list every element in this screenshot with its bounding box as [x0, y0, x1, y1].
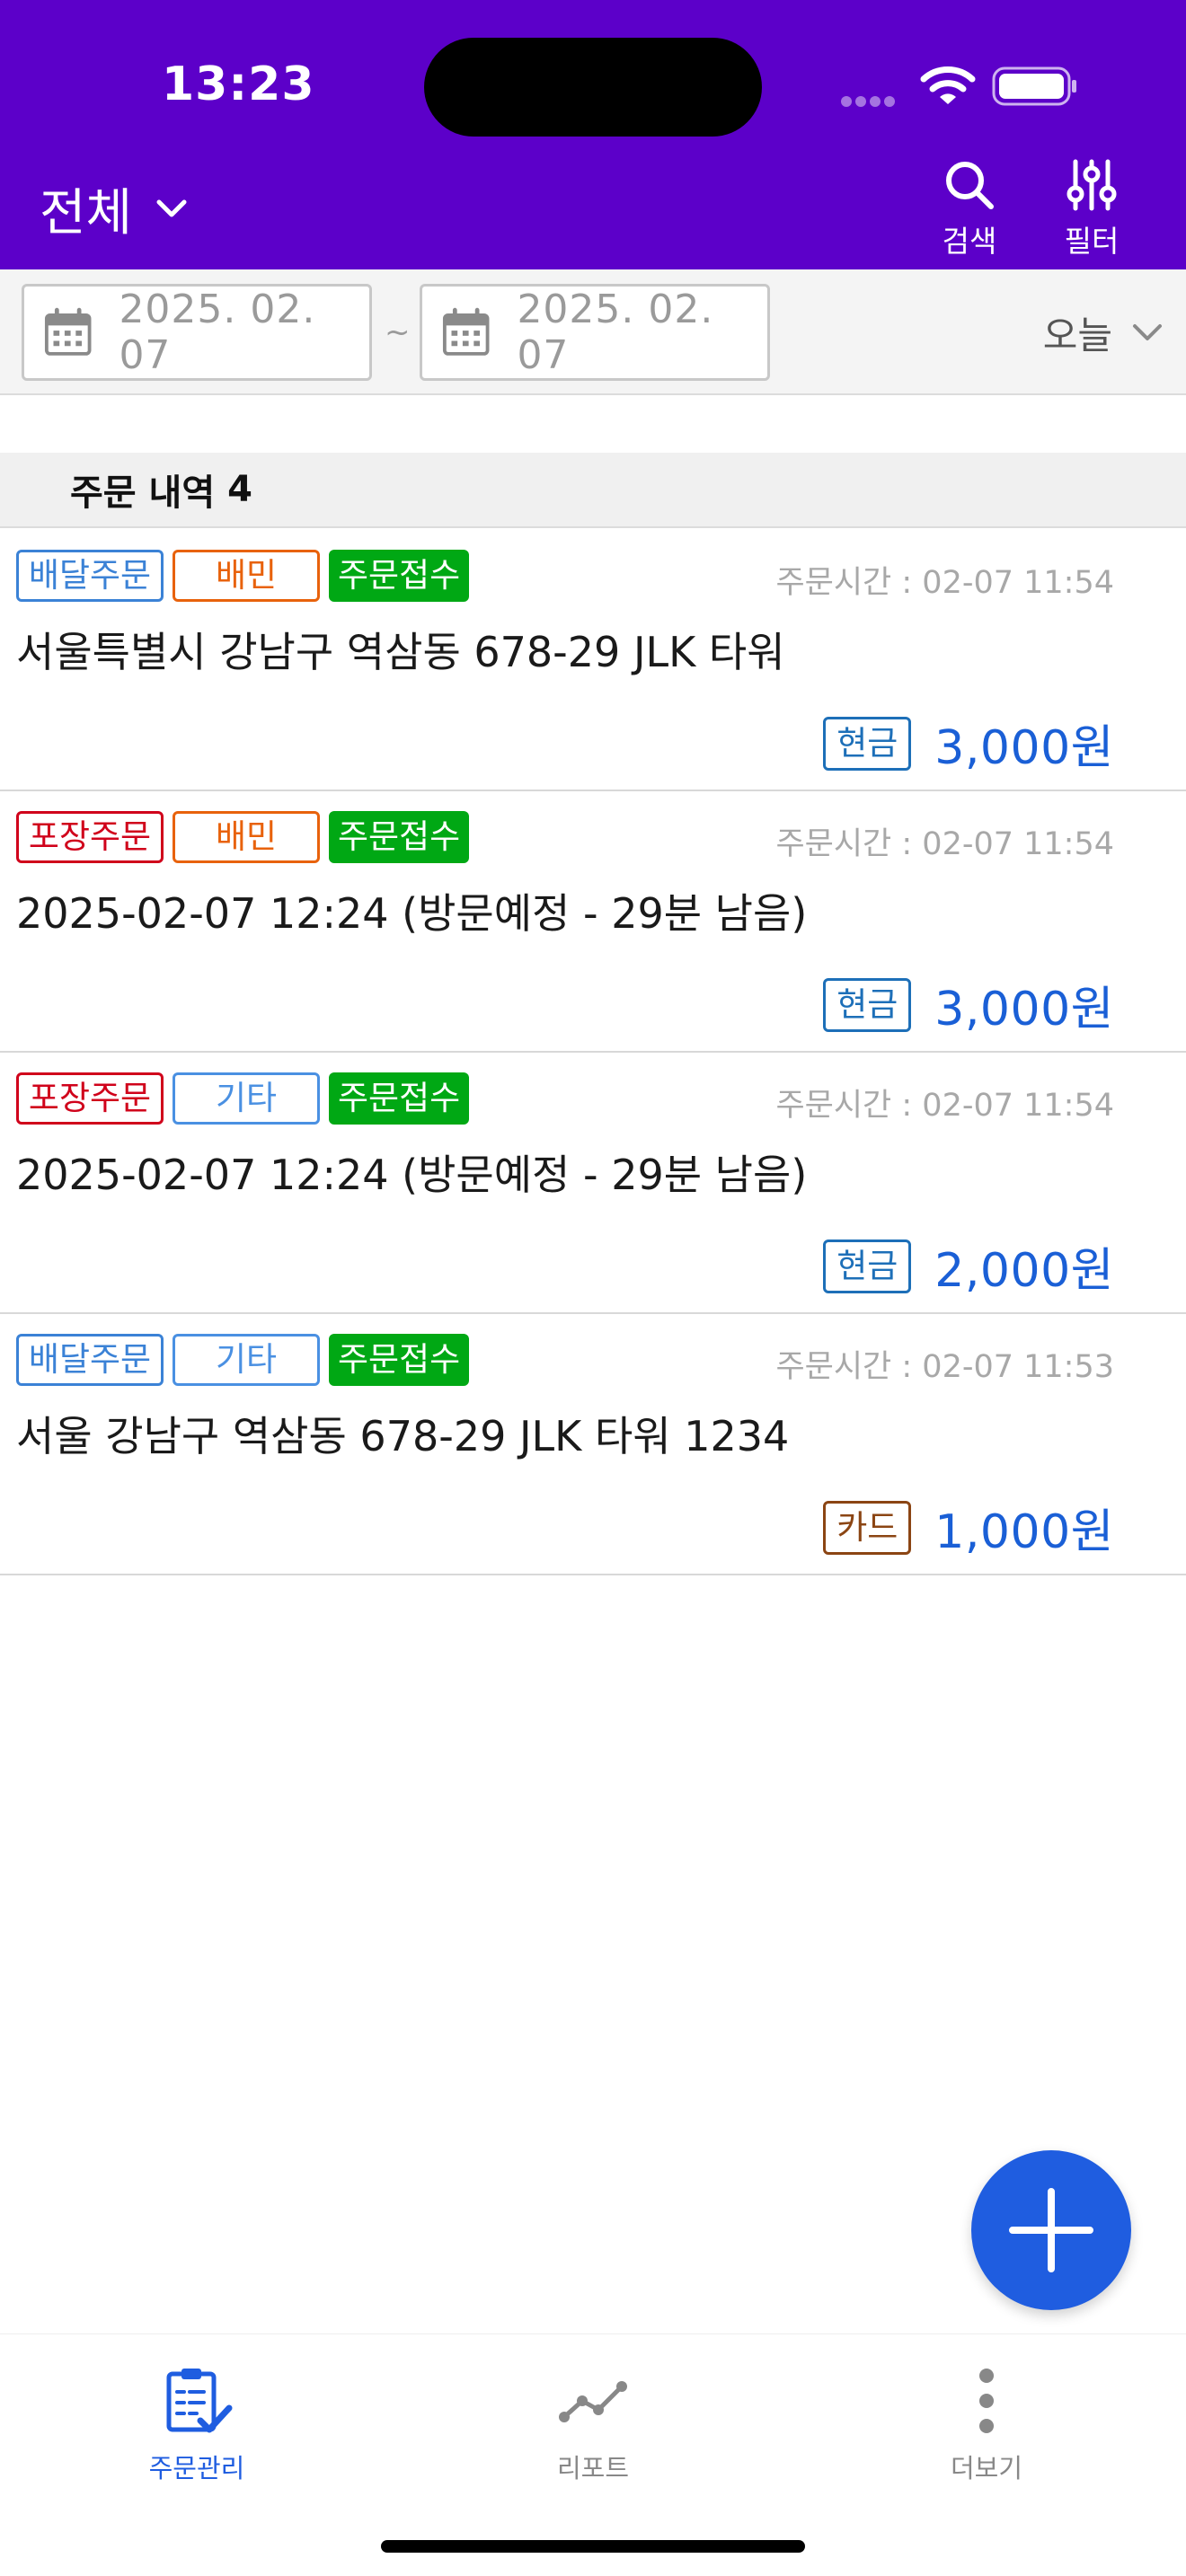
tab-order-management-label: 주문관리	[148, 2453, 245, 2483]
more-vertical-icon	[979, 2369, 994, 2433]
tab-order-management[interactable]: 주문관리	[80, 2365, 314, 2500]
order-management-screen: 13:23 전체 검색 필터 2025. 02. 07 ~ 2025. 02. …	[0, 0, 1186, 2576]
store-select-label: 전체	[40, 183, 133, 243]
filter-button[interactable]: 필터	[1042, 158, 1141, 266]
store-select-dropdown[interactable]: 전체	[40, 172, 188, 244]
order-item[interactable]: 배달주문 기타 주문접수 주문시간 : 02-07 11:53 서울 강남구 역…	[0, 1314, 1186, 1575]
chevron-down-icon	[1133, 324, 1162, 340]
order-time: 주문시간 : 02-07 11:54	[775, 1088, 1114, 1124]
tab-report[interactable]: 리포트	[476, 2365, 710, 2500]
order-item[interactable]: 포장주문 기타 주문접수 주문시간 : 02-07 11:54 2025-02-…	[0, 1053, 1186, 1314]
filter-sliders-icon	[1067, 159, 1117, 211]
start-date-field[interactable]: 2025. 02. 07	[22, 284, 372, 381]
period-select-label: 오늘	[1042, 313, 1112, 357]
order-pickup-time: 2025-02-07 12:24 (방문예정 - 29분 남음)	[16, 1151, 808, 1199]
channel-badge: 기타	[173, 1334, 320, 1386]
payment-method-badge: 현금	[823, 1239, 912, 1293]
plus-icon	[1009, 2188, 1093, 2272]
order-amount: 1,000원	[934, 1505, 1114, 1559]
order-history-title: 주문 내역	[70, 472, 216, 514]
order-type-badge: 포장주문	[16, 811, 164, 863]
channel-badge: 배민	[173, 811, 320, 863]
order-type-badge: 포장주문	[16, 1072, 164, 1125]
order-history-header: 주문 내역 4	[0, 453, 1186, 528]
start-date-value: 2025. 02. 07	[119, 287, 316, 378]
add-order-button[interactable]	[971, 2150, 1131, 2310]
search-button[interactable]: 검색	[920, 158, 1019, 266]
channel-badge: 기타	[173, 1072, 320, 1125]
tab-report-label: 리포트	[556, 2453, 630, 2483]
status-badge: 주문접수	[329, 811, 470, 863]
order-type-badge: 배달주문	[16, 1334, 164, 1386]
order-time: 주문시간 : 02-07 11:54	[775, 565, 1114, 601]
status-bar-time: 13:23	[162, 57, 315, 111]
battery-icon	[992, 66, 1076, 106]
order-time: 주문시간 : 02-07 11:54	[775, 826, 1114, 862]
calendar-icon	[442, 307, 490, 356]
clipboard-check-icon	[166, 2369, 233, 2433]
status-badge: 주문접수	[329, 1072, 470, 1125]
order-time: 주문시간 : 02-07 11:53	[775, 1349, 1114, 1385]
payment-method-badge: 현금	[823, 716, 912, 771]
order-list: 배달주문 배민 주문접수 주문시간 : 02-07 11:54 서울특별시 강남…	[0, 530, 1186, 1575]
filter-button-label: 필터	[1064, 224, 1120, 259]
order-amount: 2,000원	[934, 1244, 1114, 1298]
order-type-badge: 배달주문	[16, 550, 164, 602]
order-item[interactable]: 배달주문 배민 주문접수 주문시간 : 02-07 11:54 서울특별시 강남…	[0, 530, 1186, 791]
tab-more[interactable]: 더보기	[870, 2365, 1103, 2500]
chevron-down-icon	[156, 199, 187, 217]
channel-badge: 배민	[173, 550, 320, 602]
dynamic-island	[424, 38, 762, 137]
home-indicator	[381, 2540, 805, 2553]
order-address: 서울특별시 강남구 역삼동 678-29 JLK 타워	[16, 628, 785, 676]
cellular-signal-icon	[841, 93, 904, 107]
order-amount: 3,000원	[934, 983, 1114, 1037]
app-header: 13:23 전체 검색 필터	[0, 0, 1186, 269]
order-amount: 3,000원	[934, 721, 1114, 775]
wifi-icon	[920, 66, 976, 104]
calendar-icon	[44, 307, 92, 356]
end-date-value: 2025. 02. 07	[517, 287, 714, 378]
status-badge: 주문접수	[329, 550, 470, 602]
date-filter-bar: 2025. 02. 07 ~ 2025. 02. 07 오늘	[0, 269, 1186, 395]
order-pickup-time: 2025-02-07 12:24 (방문예정 - 29분 남음)	[16, 889, 808, 938]
payment-method-badge: 카드	[823, 1500, 912, 1555]
order-address: 서울 강남구 역삼동 678-29 JLK 타워 1234	[16, 1412, 790, 1460]
date-range-separator: ~	[385, 314, 411, 350]
search-button-label: 검색	[942, 224, 997, 259]
period-select-dropdown[interactable]: 오늘	[1043, 304, 1163, 361]
order-count: 4	[227, 469, 252, 510]
line-chart-icon	[559, 2381, 627, 2422]
order-item[interactable]: 포장주문 배민 주문접수 주문시간 : 02-07 11:54 2025-02-…	[0, 791, 1186, 1053]
search-icon	[946, 162, 994, 209]
payment-method-badge: 현금	[823, 977, 912, 1032]
status-badge: 주문접수	[329, 1334, 470, 1386]
end-date-field[interactable]: 2025. 02. 07	[420, 284, 770, 381]
tab-more-label: 더보기	[950, 2453, 1023, 2483]
